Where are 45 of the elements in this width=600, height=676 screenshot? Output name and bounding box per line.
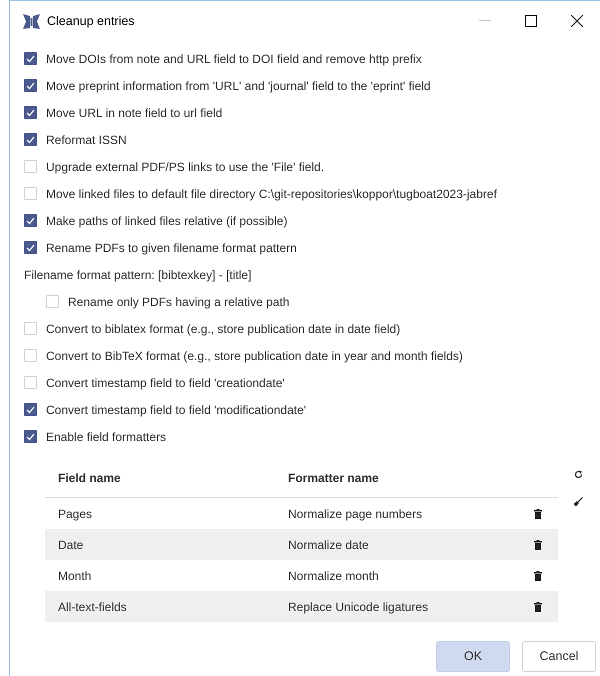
table-cell-text: Normalize page numbers [288, 506, 424, 522]
table-cell-text: Date [57, 536, 84, 554]
checkbox[interactable] [24, 430, 37, 443]
broom-icon[interactable] [573, 497, 583, 507]
app-logo-icon [22, 12, 41, 30]
cancel-button[interactable]: Cancel [522, 641, 596, 672]
table-cell-text: All-text-fields [57, 598, 128, 616]
checkbox-label: Enable field formatters [46, 428, 166, 446]
checkbox-label: Rename PDFs to given filename format pattern [46, 240, 297, 256]
table-cell-text: Normalize month [288, 568, 380, 584]
table-cell-text: Normalize date [288, 536, 370, 554]
close-icon[interactable] [571, 15, 583, 27]
checkbox[interactable] [24, 241, 37, 254]
delete-icon[interactable] [534, 540, 542, 550]
checkbox-label: Convert timestamp field to field 'creationdate' [46, 374, 285, 392]
checkbox-label: Convert timestamp field to field 'modificationdate' [46, 402, 306, 418]
checkbox-label: Move URL in note field to url field [46, 104, 222, 122]
pattern-label: Filename format pattern: [bibtexkey] - [title] [24, 266, 252, 284]
checkbox-label: Move preprint information from 'URL' and 'journal' field to the 'eprint' field [46, 78, 431, 94]
checkbox-label: Convert to BibTeX format (e.g., store publication date in year and month fields) [46, 348, 463, 364]
column-header: Field name [57, 470, 122, 486]
ok-button[interactable]: OK [436, 641, 510, 672]
delete-icon[interactable] [534, 508, 542, 518]
checkbox-label: Make paths of linked files relative (if possible) [46, 212, 288, 230]
checkbox[interactable] [24, 403, 37, 416]
checkbox-label: Move DOIs from note and URL field to DOI field and remove http prefix [46, 50, 422, 68]
reset-icon[interactable] [574, 470, 582, 479]
checkbox-label: Rename only PDFs having a relative path [68, 294, 290, 310]
checkbox[interactable] [24, 79, 37, 92]
checkbox-label: Move linked files to default file directory C:\git-repositories\koppor\tugboat2023-jabref [46, 186, 497, 202]
checkbox[interactable] [24, 52, 37, 65]
delete-icon[interactable] [534, 602, 542, 612]
table-cell-text: Replace Unicode ligatures [288, 598, 430, 616]
table-cell-text: Pages [57, 506, 94, 522]
table-cell-text: Month [57, 568, 92, 584]
checkbox-label: Upgrade external PDF/PS links to use the 'File' field. [46, 158, 324, 176]
checkbox[interactable] [24, 133, 37, 146]
delete-icon[interactable] [534, 570, 542, 580]
window-title: Cleanup entries [47, 12, 135, 30]
column-header: Formatter name [288, 470, 380, 486]
checkbox-label: Reformat ISSN [46, 132, 127, 148]
checkbox-label: Convert to biblatex format (e.g., store publication date in date field) [46, 320, 400, 338]
checkbox[interactable] [24, 106, 37, 119]
checkbox[interactable] [24, 214, 37, 227]
maximize-icon[interactable] [525, 15, 537, 27]
